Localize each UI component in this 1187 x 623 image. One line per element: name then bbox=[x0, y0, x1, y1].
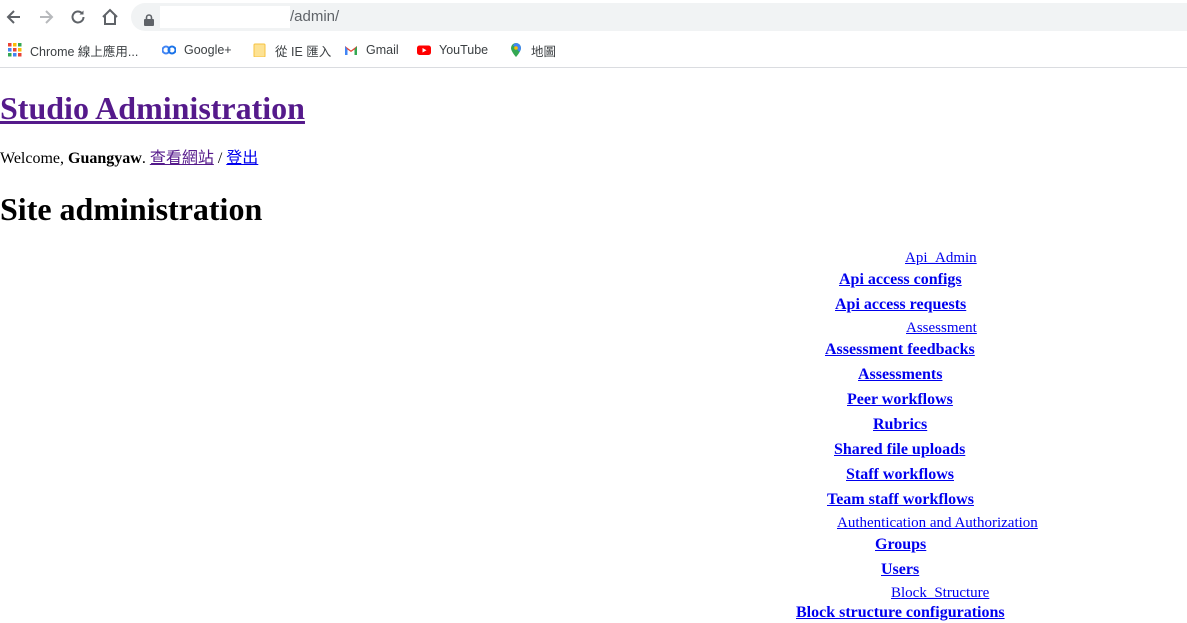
app-list: Api_Admin Api access configs Api access … bbox=[0, 0, 1187, 621]
model-link-api-access-configs[interactable]: Api access configs bbox=[839, 270, 962, 290]
model-link-rubrics[interactable]: Rubrics bbox=[873, 415, 927, 435]
model-link-block-structure-configurations[interactable]: Block structure configurations bbox=[796, 603, 1005, 623]
app-caption-assessment[interactable]: Assessment bbox=[906, 319, 977, 337]
model-link-assessment-feedbacks[interactable]: Assessment feedbacks bbox=[825, 340, 975, 360]
model-link-peer-workflows[interactable]: Peer workflows bbox=[847, 390, 953, 410]
model-link-groups[interactable]: Groups bbox=[875, 535, 926, 555]
model-link-staff-workflows[interactable]: Staff workflows bbox=[846, 465, 954, 485]
app-caption-auth[interactable]: Authentication and Authorization bbox=[837, 514, 1038, 532]
model-link-team-staff-workflows[interactable]: Team staff workflows bbox=[827, 490, 974, 510]
model-link-users[interactable]: Users bbox=[881, 560, 919, 580]
model-link-assessments[interactable]: Assessments bbox=[858, 365, 942, 385]
model-link-shared-file-uploads[interactable]: Shared file uploads bbox=[834, 440, 965, 460]
app-caption-block-structure[interactable]: Block_Structure bbox=[891, 584, 989, 602]
app-caption-api-admin[interactable]: Api_Admin bbox=[905, 249, 977, 267]
model-link-api-access-requests[interactable]: Api access requests bbox=[835, 295, 966, 315]
